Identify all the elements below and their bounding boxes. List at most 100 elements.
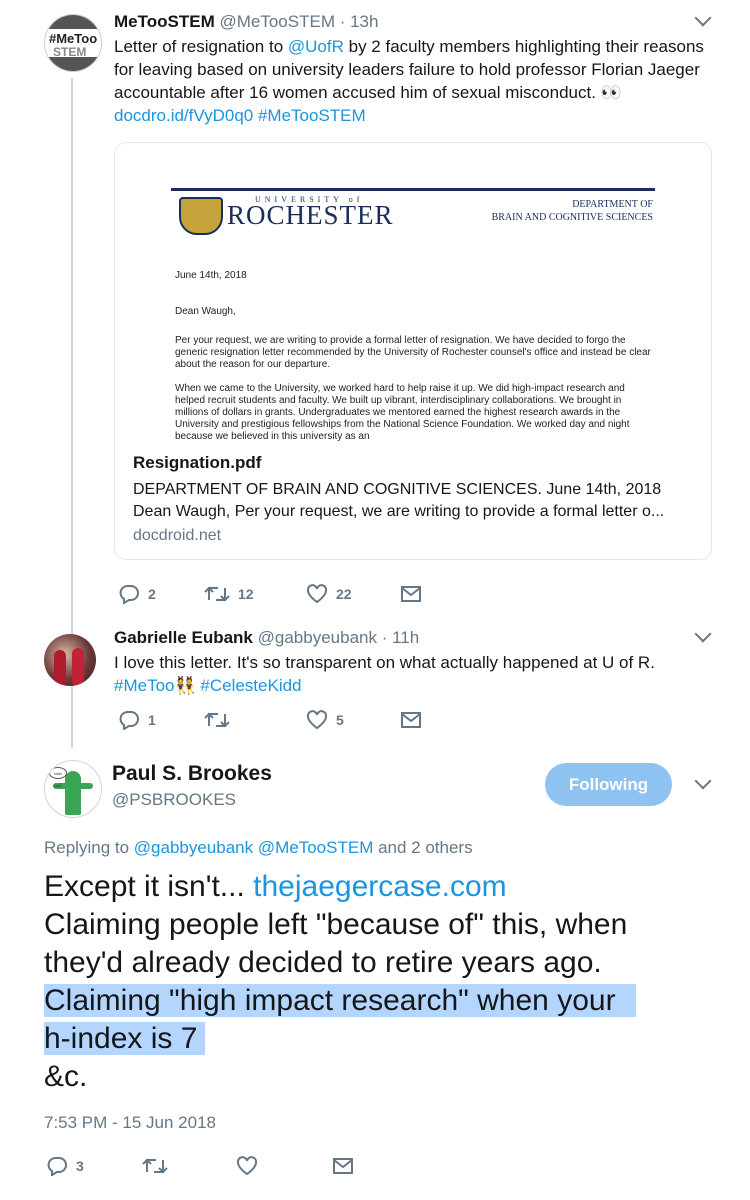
tweet-timestamp[interactable]: 7:53 PM - 15 Jun 2018 bbox=[44, 1113, 216, 1133]
tweet-text-line6: &c. bbox=[44, 1060, 88, 1093]
retweet-icon bbox=[142, 1158, 168, 1174]
tweet-header: MeTooSTEM @MeTooSTEM · 13h bbox=[114, 12, 378, 32]
tweet-text: Letter of resignation to @UofR by 2 facu… bbox=[114, 35, 714, 127]
reply-button[interactable]: 2 bbox=[118, 583, 156, 605]
department-line1: DEPARTMENT OF bbox=[572, 199, 653, 210]
university-seal-icon bbox=[179, 197, 223, 235]
tweet-actions: 1 5 bbox=[114, 709, 434, 731]
username[interactable]: @PSBROOKES bbox=[112, 790, 236, 810]
message-button[interactable] bbox=[400, 583, 422, 605]
letter-paragraph-2: When we came to the University, we worke… bbox=[175, 383, 630, 441]
tweet-time[interactable]: · 13h bbox=[340, 12, 379, 31]
heart-icon bbox=[306, 584, 328, 604]
hashtag-link[interactable]: #MeTooSTEM bbox=[258, 106, 366, 125]
url-link[interactable]: thejaegercase.com bbox=[253, 870, 506, 903]
retweet-icon bbox=[204, 586, 230, 602]
envelope-icon bbox=[401, 712, 421, 728]
replying-prefix: Replying to bbox=[44, 838, 134, 857]
text-segment: by 2 faculty members highlighting their … bbox=[343, 37, 704, 56]
replying-to: Replying to @gabbyeubank @MeTooSTEM and … bbox=[44, 838, 473, 858]
envelope-icon bbox=[333, 1158, 353, 1174]
reply-icon bbox=[119, 585, 139, 604]
reply-button[interactable]: 1 bbox=[118, 709, 156, 731]
card-title: Resignation.pdf bbox=[133, 453, 262, 472]
display-name[interactable]: Paul S. Brookes bbox=[112, 762, 272, 786]
tweet-header: Gabrielle Eubank @gabbyeubank · 11h bbox=[114, 628, 419, 648]
letter-paragraph-1: Per your request, we are writing to prov… bbox=[175, 335, 651, 370]
like-count: 22 bbox=[336, 586, 352, 602]
reply-count: 1 bbox=[148, 712, 156, 728]
like-count: 5 bbox=[336, 712, 344, 728]
avatar-speech-bubble: blah blah bbox=[49, 767, 67, 788]
replying-mentions[interactable]: @gabbyeubank @MeTooSTEM bbox=[134, 838, 374, 857]
avatar-band-bottom bbox=[45, 57, 101, 71]
reply-icon bbox=[119, 711, 139, 730]
tweet-text-line3: they'd already decided to retire years a… bbox=[44, 946, 602, 979]
tweet-text-line4: docdro.id/fVyD0q0 #MeTooSTEM bbox=[114, 104, 714, 127]
retweet-button[interactable] bbox=[204, 709, 230, 731]
chevron-down-icon[interactable] bbox=[694, 625, 712, 643]
avatar[interactable]: blah blah bbox=[44, 760, 102, 818]
card-description-line1: DEPARTMENT OF BRAIN AND COGNITIVE SCIENC… bbox=[133, 481, 662, 498]
avatar-text-line1: #MeToo bbox=[49, 31, 98, 46]
tweet-text-line5: h-index is 7 bbox=[44, 1020, 724, 1058]
username[interactable]: @gabbyeubank bbox=[258, 628, 377, 647]
like-button[interactable]: 5 bbox=[306, 709, 344, 731]
tweet-actions: 2 12 22 bbox=[114, 583, 434, 605]
card-description-line2: Dean Waugh, Per your request, we are wri… bbox=[133, 503, 665, 520]
tweet-actions: 3 bbox=[46, 1155, 366, 1177]
tweet-time[interactable]: · 11h bbox=[382, 628, 420, 647]
letter-salutation: Dean Waugh, bbox=[175, 306, 236, 317]
link-preview-card[interactable]: UNIVERSITY of ROCHESTER DEPARTMENT OF BR… bbox=[114, 142, 712, 560]
retweet-button[interactable]: 12 bbox=[204, 583, 254, 605]
display-name[interactable]: Gabrielle Eubank bbox=[114, 628, 253, 647]
tweet-text: Except it isn't... thejaegercase.com Cla… bbox=[44, 868, 724, 1096]
avatar-bubble-text: blah blah bbox=[54, 771, 62, 788]
avatar-band-top bbox=[45, 15, 101, 29]
card-document-preview: UNIVERSITY of ROCHESTER DEPARTMENT OF BR… bbox=[115, 143, 711, 441]
letterhead-department: DEPARTMENT OF BRAIN AND COGNITIVE SCIENC… bbox=[492, 198, 653, 224]
highlighted-text: Claiming "high impact research" when you… bbox=[44, 984, 636, 1017]
letterhead-university-name: ROCHESTER bbox=[227, 200, 394, 230]
avatar[interactable]: #MeToo STEM bbox=[44, 14, 102, 72]
reply-button[interactable]: 3 bbox=[46, 1155, 84, 1177]
tweet-text-line1: Except it isn't... thejaegercase.com bbox=[44, 868, 724, 906]
following-button[interactable]: Following bbox=[545, 763, 672, 806]
replying-suffix[interactable]: and 2 others bbox=[373, 838, 473, 857]
tweet-text-line2: #MeToo👯 #CelesteKidd bbox=[114, 674, 714, 697]
retweet-count: 12 bbox=[238, 586, 254, 602]
url-link[interactable]: docdro.id/fVyD0q0 bbox=[114, 106, 253, 125]
like-button[interactable]: 22 bbox=[306, 583, 352, 605]
text-segment: Except it isn't... bbox=[44, 870, 254, 903]
heart-icon bbox=[236, 1156, 258, 1176]
reply-count: 3 bbox=[76, 1158, 84, 1174]
avatar-figure bbox=[65, 771, 81, 815]
retweet-icon bbox=[204, 712, 230, 728]
username[interactable]: @MeTooSTEM bbox=[219, 12, 335, 31]
reply-icon bbox=[47, 1157, 67, 1176]
like-button[interactable] bbox=[236, 1155, 258, 1177]
highlighted-text: h-index is 7 bbox=[44, 1022, 206, 1055]
display-name[interactable]: MeTooSTEM bbox=[114, 12, 215, 31]
card-body: Resignation.pdf DEPARTMENT OF BRAIN AND … bbox=[115, 441, 711, 559]
tweet-text-line1: Letter of resignation to @UofR by 2 facu… bbox=[114, 35, 714, 58]
mention-link[interactable]: @UofR bbox=[288, 37, 344, 56]
card-domain: docdroid.net bbox=[133, 527, 222, 544]
tweet-text-line1: I love this letter. It's so transparent … bbox=[114, 653, 655, 672]
tweet-text-line2: Claiming people left "because of" this, … bbox=[44, 908, 628, 941]
retweet-button[interactable] bbox=[142, 1155, 168, 1177]
reply-count: 2 bbox=[148, 586, 156, 602]
hashtag-link[interactable]: #MeToo bbox=[114, 676, 174, 695]
chevron-down-icon[interactable] bbox=[694, 772, 712, 790]
message-button[interactable] bbox=[332, 1155, 354, 1177]
tweet-text-line4: Claiming "high impact research" when you… bbox=[44, 982, 724, 1020]
chevron-down-icon[interactable] bbox=[694, 9, 712, 27]
tweet-text-line3: accountable after 16 women accused him o… bbox=[114, 83, 622, 102]
heart-icon bbox=[306, 710, 328, 730]
hashtag-link[interactable]: #CelesteKidd bbox=[200, 676, 301, 695]
tweet-text: I love this letter. It's so transparent … bbox=[114, 651, 714, 697]
dancers-emoji: 👯 bbox=[174, 676, 196, 695]
letter-date: June 14th, 2018 bbox=[175, 270, 247, 281]
message-button[interactable] bbox=[400, 709, 422, 731]
avatar[interactable] bbox=[44, 634, 96, 686]
